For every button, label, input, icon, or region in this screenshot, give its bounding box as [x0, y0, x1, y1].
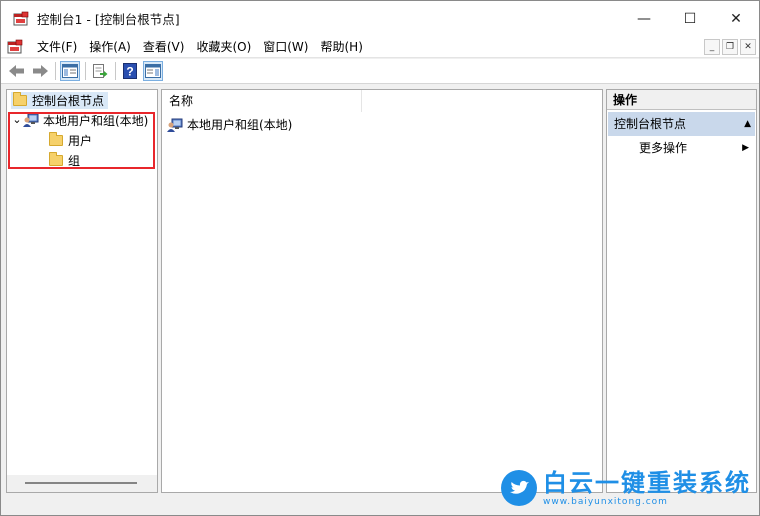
menu-favorites[interactable]: 收藏夹(O): [190, 36, 257, 58]
help-glyph: ?: [126, 65, 133, 79]
export-list-button[interactable]: [90, 61, 110, 81]
toolbar-separator: [85, 62, 86, 80]
title-bar[interactable]: 控制台1 - [控制台根节点] — ☐ ✕: [1, 1, 759, 36]
tree-node-label: 控制台根节点: [32, 94, 105, 108]
actions-header: 操作: [607, 90, 756, 110]
toolbar-separator: [115, 62, 116, 80]
child-restore-button[interactable]: ❐: [722, 39, 738, 55]
forward-button[interactable]: [30, 61, 50, 81]
maximize-button[interactable]: ☐: [667, 1, 713, 36]
folder-icon: [13, 92, 27, 106]
console-tree-pane[interactable]: 控制台根节点 ⌄ 本地用户和组(本地) 用户 组: [6, 89, 158, 493]
child-minimize-button[interactable]: _: [704, 39, 720, 55]
list-item-label: 本地用户和组(本地): [187, 118, 293, 132]
menu-bar: 文件(F) 操作(A) 查看(V) 收藏夹(O) 窗口(W) 帮助(H) _ ❐…: [1, 36, 759, 58]
list-item[interactable]: 本地用户和组(本地): [167, 116, 292, 133]
close-button[interactable]: ✕: [713, 1, 759, 36]
child-window-controls: _ ❐ ✕: [704, 39, 756, 55]
help-icon: ?: [123, 63, 137, 79]
toolbar-separator: [55, 62, 56, 80]
actions-section-console-root[interactable]: 控制台根节点 ▲: [608, 112, 755, 136]
action-pane-icon: [145, 64, 161, 78]
menu-window[interactable]: 窗口(W): [257, 36, 314, 58]
back-arrow-icon: [9, 65, 24, 77]
mmc-console-icon: [13, 11, 29, 27]
menu-view[interactable]: 查看(V): [137, 36, 191, 58]
console-tree-icon: [62, 64, 78, 78]
horizontal-scrollbar[interactable]: [7, 475, 157, 492]
actions-section-label: 控制台根节点: [614, 117, 687, 131]
show-hide-action-pane-button[interactable]: [143, 61, 163, 81]
mmc-window: 控制台1 - [控制台根节点] — ☐ ✕ 文件(F) 操作(A) 查看(V) …: [0, 0, 760, 516]
watermark-logo: 白云一键重装系统 www.baiyunxitong.com: [501, 467, 751, 509]
mmc-system-menu-icon[interactable]: [7, 39, 23, 55]
show-hide-console-tree-button[interactable]: [60, 61, 80, 81]
toolbar: ?: [1, 59, 759, 84]
column-header-name[interactable]: 名称: [162, 90, 362, 112]
forward-arrow-icon: [33, 65, 48, 77]
menu-help[interactable]: 帮助(H): [314, 36, 368, 58]
window-controls: — ☐ ✕: [621, 1, 759, 36]
menu-file[interactable]: 文件(F): [31, 36, 83, 58]
more-actions-item[interactable]: 更多操作: [639, 140, 687, 156]
actions-pane: 操作 控制台根节点 ▲ 更多操作 ▶: [606, 89, 757, 493]
minimize-button[interactable]: —: [621, 1, 667, 36]
users-computer-icon: [167, 118, 183, 132]
back-button[interactable]: [7, 61, 27, 81]
export-list-icon: [93, 64, 108, 78]
watermark-text: 白云一键重装系统 www.baiyunxitong.com: [543, 469, 751, 508]
watermark-brand: 白云一键重装系统: [543, 468, 751, 497]
watermark-url: www.baiyunxitong.com: [543, 496, 668, 507]
submenu-arrow-icon: ▶: [742, 143, 749, 153]
tree-node-console-root[interactable]: 控制台根节点: [11, 92, 109, 109]
help-button[interactable]: ?: [120, 61, 140, 81]
red-highlight-annotation: [8, 112, 155, 169]
twitter-bird-icon: [501, 470, 537, 506]
child-close-button[interactable]: ✕: [740, 39, 756, 55]
scrollbar-thumb[interactable]: [25, 482, 137, 484]
window-title: 控制台1 - [控制台根节点]: [37, 12, 180, 27]
results-pane[interactable]: 名称 本地用户和组(本地): [161, 89, 603, 493]
collapse-caret-icon[interactable]: ▲: [744, 112, 751, 136]
menu-action[interactable]: 操作(A): [83, 36, 137, 58]
